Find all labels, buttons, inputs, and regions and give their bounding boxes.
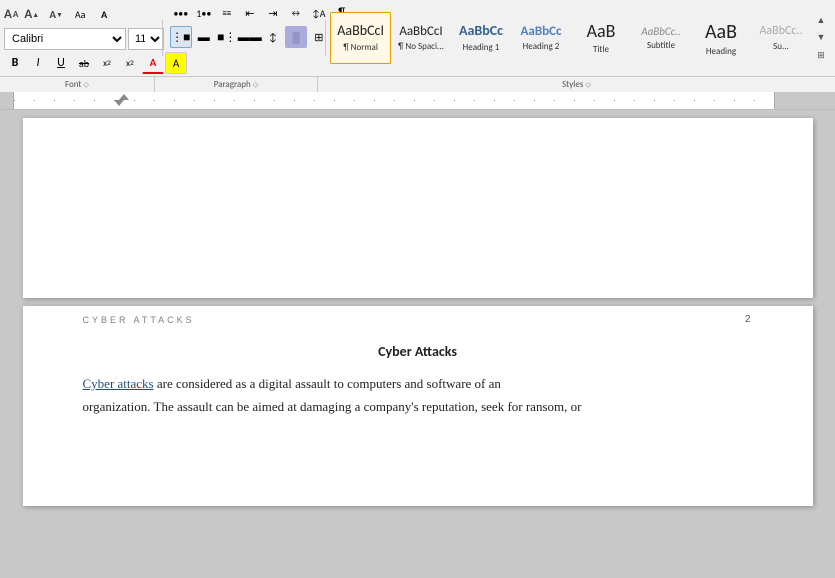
ruler-right-margin bbox=[775, 92, 835, 109]
line-spacing-button[interactable]: ↕ bbox=[262, 26, 284, 48]
toolbar: A A A▲ A▼ Aa A Calibri Times New Roman A… bbox=[0, 0, 835, 92]
underline-button[interactable]: U bbox=[50, 52, 72, 74]
decrease-indent-button[interactable]: ⇤ bbox=[239, 2, 261, 24]
text-effect-button[interactable]: A bbox=[93, 3, 115, 25]
shrink-font-button[interactable]: A▼ bbox=[45, 3, 67, 25]
paragraph-section-label: Paragraph bbox=[214, 78, 251, 91]
ruler-content bbox=[14, 92, 775, 109]
font-size-large-icon: A bbox=[4, 7, 12, 22]
cyber-attacks-link[interactable]: Cyber attacks bbox=[83, 376, 154, 391]
font-dialog-launcher[interactable]: ⬦ bbox=[83, 80, 89, 90]
para-styles-divider bbox=[325, 20, 326, 56]
multilevel-list-button[interactable]: ≡≡ bbox=[216, 2, 238, 24]
font-para-divider bbox=[162, 20, 163, 56]
style-title[interactable]: AaB Title bbox=[571, 12, 631, 64]
increase-indent-button[interactable]: ⇥ bbox=[262, 2, 284, 24]
page-header-title: CYBER ATTACKS bbox=[83, 315, 195, 325]
styles-dialog-launcher[interactable]: ⬦ bbox=[585, 80, 591, 90]
borders-button[interactable]: ⊞ bbox=[308, 26, 330, 48]
page-1 bbox=[23, 118, 813, 298]
font-size-small-icon: A bbox=[13, 9, 18, 20]
ruler-left-margin bbox=[0, 92, 14, 109]
page-number: 2 bbox=[745, 314, 753, 325]
style-extra[interactable]: AaBbCc.. Su... bbox=[751, 12, 811, 64]
styles-scroll-up[interactable]: ▲ bbox=[813, 13, 829, 29]
page-2-paragraph2: organization. The assault can be aimed a… bbox=[83, 395, 753, 418]
page-2-header: CYBER ATTACKS 2 bbox=[23, 306, 813, 333]
subscript-button[interactable]: x2 bbox=[96, 52, 118, 74]
grow-font-button[interactable]: A▲ bbox=[20, 3, 43, 25]
para-dialog-launcher[interactable]: ⬦ bbox=[253, 80, 259, 90]
text-color-button[interactable]: A bbox=[142, 52, 164, 74]
align-left-button[interactable]: ⋮■ bbox=[170, 26, 192, 48]
paragraph1-rest: are considered as a digital assault to c… bbox=[154, 376, 501, 391]
sort-button[interactable]: ↕A bbox=[308, 2, 330, 24]
justify-button[interactable]: ▬▬ bbox=[239, 26, 261, 48]
paragraph-section: ••• 1•• ≡≡ ⇤ ⇥ ↔ ↕A ¶ ⋮■ ▬ ■⋮ ▬▬ ↕ ░ ⊞ bbox=[166, 2, 322, 74]
ruler bbox=[0, 92, 835, 110]
bullet-list-button[interactable]: ••• bbox=[170, 2, 192, 24]
page-2: CYBER ATTACKS 2 Cyber Attacks Cyber atta… bbox=[23, 306, 813, 506]
ltr-rtl-button[interactable]: ↔ bbox=[285, 2, 307, 24]
bold-button[interactable]: B bbox=[4, 52, 26, 74]
page-2-paragraph1: Cyber attacks are considered as a digita… bbox=[83, 372, 753, 395]
style-no-spacing[interactable]: AaBbCcI ¶ No Spaci... bbox=[391, 12, 451, 64]
page-1-content bbox=[23, 118, 813, 158]
font-name-select[interactable]: Calibri Times New Roman Arial bbox=[4, 28, 126, 50]
style-heading[interactable]: AaB Heading bbox=[691, 12, 751, 64]
align-center-button[interactable]: ▬ bbox=[193, 26, 215, 48]
styles-more[interactable]: ⊞ bbox=[813, 47, 829, 63]
styles-section-label: Styles bbox=[562, 78, 583, 91]
font-section: A A A▲ A▼ Aa A Calibri Times New Roman A… bbox=[4, 2, 159, 74]
font-section-label: Font bbox=[65, 78, 81, 91]
styles-section: AaBbCcI ¶ Normal AaBbCcI ¶ No Spaci... A… bbox=[328, 2, 831, 74]
superscript-button[interactable]: x2 bbox=[119, 52, 141, 74]
section-labels: Font ⬦ Paragraph ⬦ Styles ⬦ bbox=[0, 76, 835, 92]
hanging-indent[interactable] bbox=[114, 100, 124, 106]
align-right-button[interactable]: ■⋮ bbox=[216, 26, 238, 48]
strikethrough-button[interactable]: ab bbox=[73, 52, 95, 74]
shading-button[interactable]: ░ bbox=[285, 26, 307, 48]
font-size-select[interactable]: 891011121416 bbox=[128, 28, 164, 50]
page-2-body: Cyber Attacks Cyber attacks are consider… bbox=[23, 333, 813, 439]
clear-format-button[interactable]: Aa bbox=[69, 3, 91, 25]
italic-button[interactable]: I bbox=[27, 52, 49, 74]
number-list-button[interactable]: 1•• bbox=[193, 2, 215, 24]
style-heading1[interactable]: AaBbCc Heading 1 bbox=[451, 12, 511, 64]
style-subtitle[interactable]: AaBbCc.. Subtitle bbox=[631, 12, 691, 64]
style-heading2[interactable]: AaBbCc Heading 2 bbox=[511, 12, 571, 64]
page-2-title: Cyber Attacks bbox=[83, 343, 753, 360]
style-normal[interactable]: AaBbCcI ¶ Normal bbox=[330, 12, 391, 64]
styles-scroll-down[interactable]: ▼ bbox=[813, 30, 829, 46]
document-area: CYBER ATTACKS 2 Cyber Attacks Cyber atta… bbox=[0, 110, 835, 578]
